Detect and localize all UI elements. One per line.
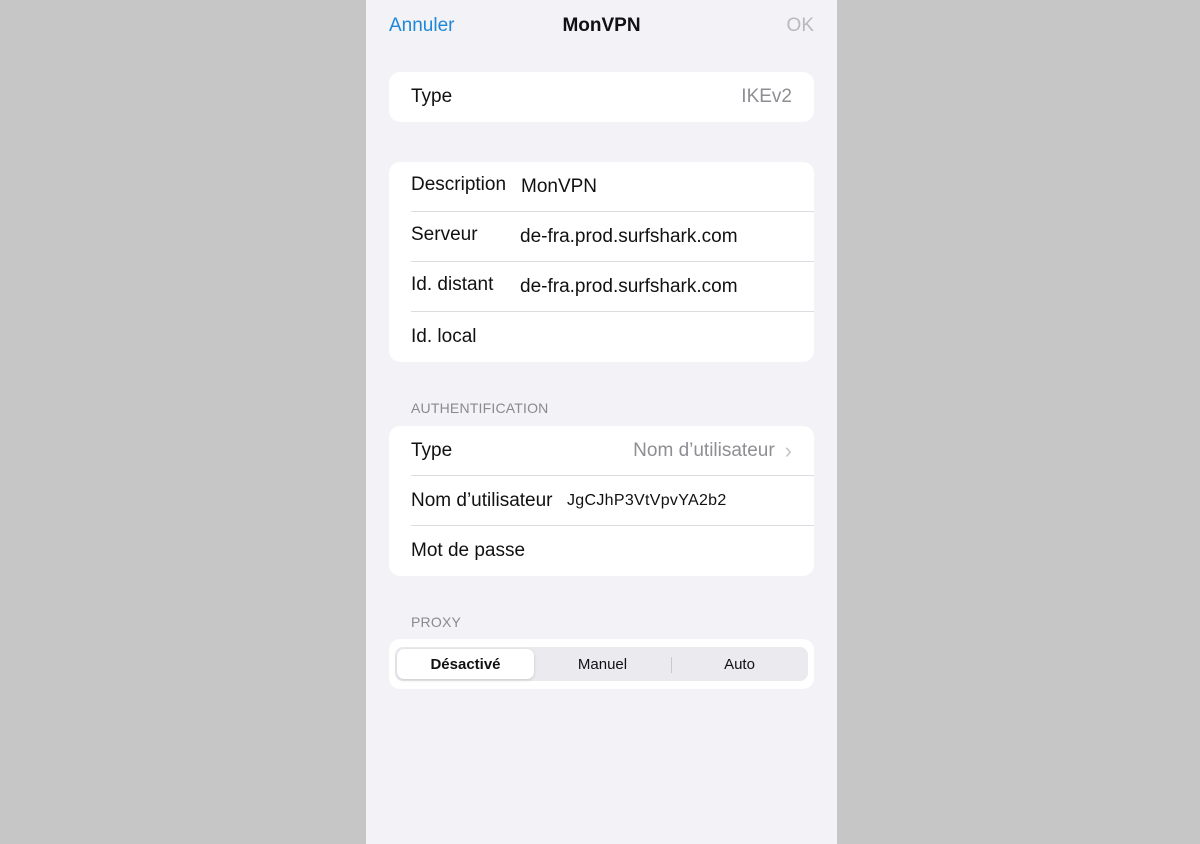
proxy-option-disabled[interactable]: Désactivé <box>397 649 534 679</box>
local-id-label: Id. local <box>411 326 477 347</box>
auth-section-header: AUTHENTIFICATION <box>411 400 549 416</box>
vpn-type-value: IKEv2 <box>741 86 792 107</box>
description-row: Description MonVPN <box>389 162 814 212</box>
auth-type-label: Type <box>411 440 453 461</box>
ok-button[interactable]: OK <box>787 15 814 37</box>
chevron-right-icon: › <box>784 438 792 463</box>
username-field[interactable]: JgCJhP3VtVpvYA2b2 <box>567 492 727 510</box>
description-field[interactable]: MonVPN <box>521 176 597 198</box>
proxy-group: Désactivé Manuel Auto <box>389 639 814 689</box>
local-id-row: Id. local <box>389 312 814 362</box>
remote-id-field[interactable]: de-fra.prod.surfshark.com <box>520 276 738 298</box>
server-label: Serveur <box>411 224 478 245</box>
proxy-option-manual[interactable]: Manuel <box>534 649 671 679</box>
proxy-segmented-control: Désactivé Manuel Auto <box>395 647 808 681</box>
vpn-settings-screen: Annuler MonVPN OK Type IKEv2 Description… <box>366 0 837 844</box>
server-row: Serveur de-fra.prod.surfshark.com <box>389 212 814 262</box>
description-label: Description <box>411 174 507 195</box>
proxy-section-header: PROXY <box>411 614 462 630</box>
vpn-type-label: Type <box>411 86 453 107</box>
auth-type-row[interactable]: Type Nom d’utilisateur › <box>389 426 814 476</box>
password-label: Mot de passe <box>411 540 526 561</box>
auth-group: Type Nom d’utilisateur › Nom d’utilisate… <box>389 426 814 576</box>
password-row: Mot de passe <box>389 526 814 576</box>
remote-id-label: Id. distant <box>411 274 494 295</box>
vpn-config-group: Description MonVPN Serveur de-fra.prod.s… <box>389 162 814 362</box>
vpn-type-group: Type IKEv2 <box>389 72 814 122</box>
navigation-bar: Annuler MonVPN OK <box>366 0 837 54</box>
server-field[interactable]: de-fra.prod.surfshark.com <box>520 226 738 248</box>
remote-id-row: Id. distant de-fra.prod.surfshark.com <box>389 262 814 312</box>
auth-type-value: Nom d’utilisateur <box>633 440 775 461</box>
username-label: Nom d’utilisateur <box>411 490 553 511</box>
page-title: MonVPN <box>562 15 641 36</box>
username-row: Nom d’utilisateur JgCJhP3VtVpvYA2b2 <box>389 476 814 526</box>
proxy-option-auto[interactable]: Auto <box>671 649 808 679</box>
vpn-type-row[interactable]: Type IKEv2 <box>389 72 814 122</box>
